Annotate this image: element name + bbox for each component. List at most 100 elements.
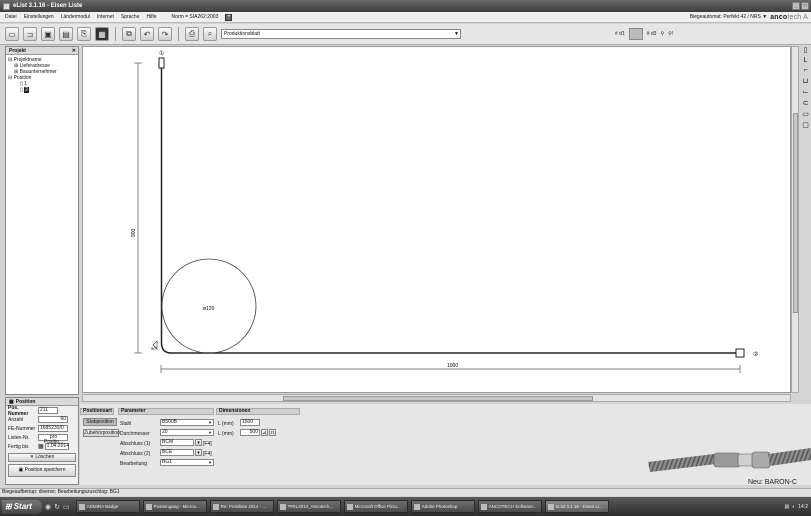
volume-icon[interactable]: ◐ [792,504,795,510]
durchmesser-label: Durchmesser [120,431,150,437]
fertig-date-field[interactable]: 1.04.2014 [44,443,69,450]
task-office-picture[interactable]: Microsoft Office Pictu... [343,500,408,513]
menu-hilfe[interactable]: Hilfe [147,14,157,20]
dimensionen-title: Dimensionen [216,408,300,415]
abschluss2-key: [F4] [203,451,212,457]
durchmesser-select[interactable]: 20 [160,429,214,436]
abschluss2-picker-icon[interactable]: ▾ [195,449,202,456]
abschluss1-picker-icon[interactable]: ▾ [195,439,202,446]
l1-field[interactable]: 1500 [240,419,260,426]
listen-button[interactable]: pro Positio... [38,434,68,445]
abschluss2-field[interactable]: BCE [160,449,194,456]
horizontal-scrollbar[interactable] [82,394,791,402]
l2-field[interactable]: 500 [240,429,260,436]
shape-u-icon[interactable]: ⊔ [803,77,808,85]
shape-rect-icon[interactable]: ▭ [802,110,809,118]
redo-icon[interactable]: ↷ [158,27,172,41]
d1-tool[interactable]: # d1 [615,31,625,37]
tree-item-position-2[interactable]: ▯ 2 [8,87,76,93]
menu-datei[interactable]: Datei [5,14,17,20]
pos-nummer-field[interactable]: 211 [38,407,58,414]
pos-nummer-label: Pos. Nummer [8,404,29,417]
task-outlook[interactable]: Posteingang - Micros... [142,500,207,513]
zubehoerposition-button[interactable]: Zubehörposition [83,429,120,437]
menu-sprache[interactable]: Sprache [121,14,140,20]
shape-loop-icon[interactable]: ⊂ [803,99,809,107]
shape-l-icon[interactable]: L [804,57,808,64]
start-button[interactable]: ⊞ Start [2,499,42,514]
task-admira[interactable]: ADMIRA Badge [75,500,140,513]
undo-icon[interactable]: ↶ [140,27,154,41]
menu-einstellungen[interactable]: Einstellungen [24,14,54,20]
stahl-select[interactable]: B500B [160,419,214,426]
rebar-end-cap-top [158,57,165,69]
menu-internet[interactable]: Internet [97,14,114,20]
print-preview-icon[interactable]: ⌕ [203,27,217,41]
rebar-drawing: 900 ① ② ø120 90° 1000 [131,50,758,373]
new-file-icon[interactable]: ▭ [5,27,19,41]
marker-1: ① [159,50,164,57]
baron-c-promo-image[interactable]: Neu: BARON-C [648,444,811,486]
drawing-canvas[interactable]: 900 ① ② ø120 90° 1000 [82,46,791,393]
status-bar: Biegeaufbetrup: diverse; Bearbeitungszus… [0,488,811,496]
d2-box[interactable] [628,28,643,40]
dim-horizontal-label: 1000 [447,363,458,369]
stahl-label: Stahl [120,421,132,427]
bearbeitung-label: Bearbeitung [120,461,147,467]
sheet-select[interactable]: Produktionsblatt [221,29,461,39]
circle-label: ø120 [203,306,215,312]
task-ancotech-software[interactable]: ANCOTECH Software... [477,500,542,513]
project-panel-header: Projekt ✕ [6,47,78,55]
promo-text: Neu: BARON-C [748,479,797,486]
anzahl-field[interactable]: 60 [38,416,68,423]
lock-icon[interactable]: ⊓ [269,429,276,436]
task-elist[interactable]: eList 3.1.16 - Eisen Li... [544,500,609,513]
save-as-icon[interactable]: ▤ [59,27,73,41]
clock[interactable]: 14:2 [798,504,808,510]
measure-icon[interactable]: ⊿ [261,429,268,436]
stabposition-button[interactable]: Stabposition [83,418,117,426]
marker-2: ② [753,351,758,358]
print-icon[interactable]: ⎙ [185,27,199,41]
shape-z-icon[interactable]: ⌙ [803,88,809,96]
pin-add-icon[interactable]: ⚲! [668,31,673,37]
save-icon[interactable]: ▣ [41,27,55,41]
network-icon[interactable]: ▤ [785,504,790,510]
fe-nummer-field[interactable]: 1685230/0 [38,425,68,432]
shape-straight-icon[interactable]: ▯ [804,46,808,54]
positionsart-title: Positionsart [80,408,114,415]
calendar-icon[interactable]: ▦ [38,443,44,450]
copy-icon[interactable]: ⧉ [122,27,136,41]
export-icon[interactable]: ⎘ [77,27,91,41]
task-prl2014[interactable]: *PRL2014_Ancotech... [276,500,341,513]
bearbeitung-select[interactable]: BG1 [160,459,214,466]
maximize-button[interactable]: □ [801,2,809,10]
task-photoshop[interactable]: Adobe Photoshop [410,500,475,513]
ancotech-logo: ancotech A [770,13,808,21]
save-position-button[interactable]: ▣ Position speichern [8,464,76,477]
task-preisliste[interactable]: Re: Preisliste 2014 - ... [209,500,274,513]
vertical-scrollbar[interactable] [791,46,799,393]
menu-bar: Datei Einstellungen Ländermodul Internet… [0,12,811,23]
menu-laendermodul[interactable]: Ländermodul [61,14,90,20]
open-folder-icon[interactable]: ⊐ [23,27,37,41]
abschluss1-field[interactable]: BCM [160,439,194,446]
refresh-icon[interactable]: ↻ [54,503,60,511]
project-tree: ⊟ Projektname ⊞ Lieferadresse ⊞ Bauunter… [6,55,78,95]
folder-icon[interactable]: ▭ [63,503,70,511]
shape-hook-icon[interactable]: ⌐ [803,67,807,74]
d3-tool[interactable]: # d3 [647,31,657,37]
browser-icon[interactable]: ◉ [45,503,51,511]
close-icon[interactable]: ✕ [72,48,76,54]
screen-icon[interactable]: ▦ [95,27,109,41]
delete-button[interactable]: ✕ Löschen [8,453,76,462]
add-norm-icon[interactable]: + [225,13,233,21]
bending-machine-select[interactable]: Biegeautomat: Perfekt 42 / NRS ▼ [690,14,768,20]
minimize-button[interactable]: _ [792,2,800,10]
shape-stirrup-icon[interactable]: ▢ [802,121,809,129]
norm-label: Norm = SIA262:2003 [171,14,219,20]
abschluss1-label: Abschluss (1) [120,441,151,447]
windows-logo-icon: ⊞ [5,502,12,511]
anzahl-label: Anzahl [8,416,24,423]
pin-icon[interactable]: ⚲ [660,31,664,37]
